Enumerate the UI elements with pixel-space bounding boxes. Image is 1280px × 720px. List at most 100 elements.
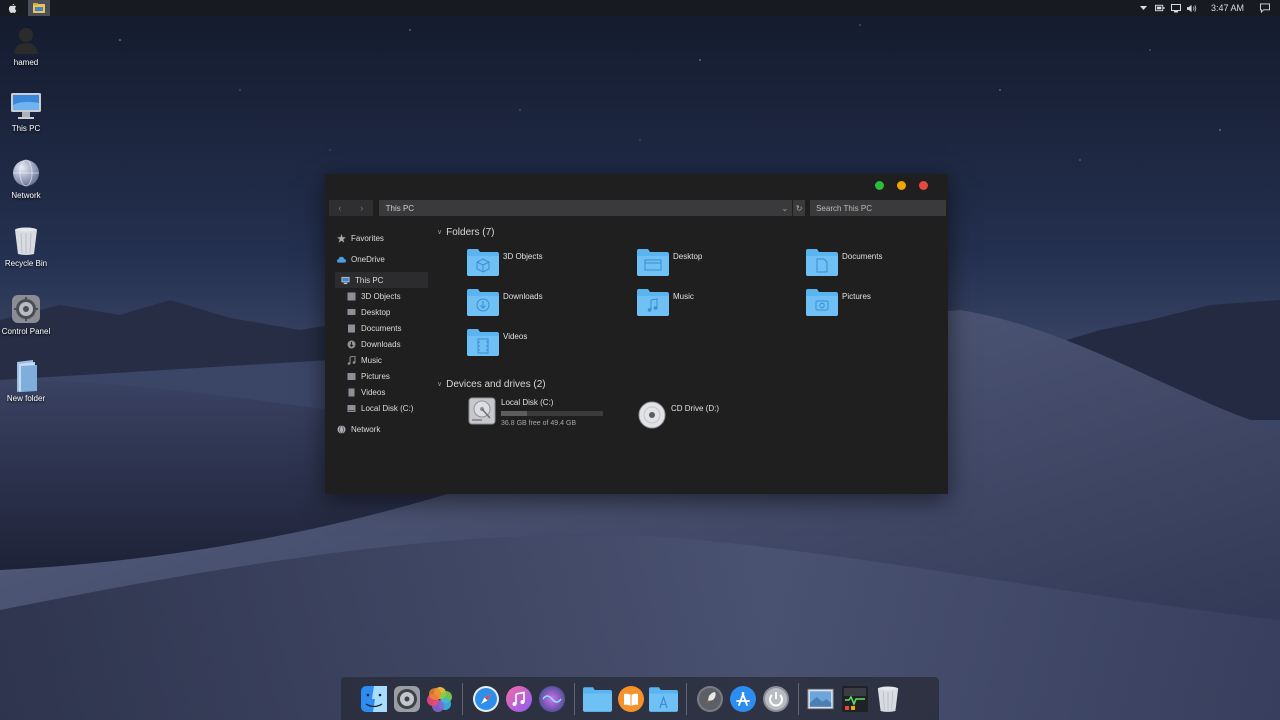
folder-downloads[interactable]: Downloads (467, 288, 543, 316)
sidebar-item-desktop[interactable]: Desktop (337, 304, 432, 320)
power-icon[interactable] (761, 684, 790, 713)
folder-videos-icon (467, 329, 499, 356)
section-title: Folders (7) (446, 226, 495, 238)
sidebar-item-pictures[interactable]: Pictures (337, 368, 432, 384)
sidebar-item-network[interactable]: Network (337, 421, 432, 437)
drive-free-space: 36.8 GB free of 49.4 GB (501, 420, 577, 427)
system-preferences-icon[interactable] (392, 684, 421, 713)
music-icon (347, 355, 356, 365)
download-icon (347, 340, 356, 349)
applications-folder-icon[interactable] (649, 684, 678, 713)
drive-local-disk-c[interactable]: Local Disk (C:) 36.8 GB free of 49.4 GB (467, 396, 603, 427)
desktop-icon-control-panel[interactable]: Control Panel (0, 293, 52, 336)
top-menu-bar: 3:47 AM (0, 0, 1280, 16)
siri-icon[interactable] (537, 684, 566, 713)
forward-icon[interactable]: › (360, 203, 363, 213)
desktop-icon-network[interactable]: Network (0, 157, 52, 200)
sidebar-item-label: Pictures (361, 371, 390, 381)
drive-name: Local Disk (C:) (501, 398, 554, 407)
back-icon[interactable]: ‹ (338, 203, 341, 213)
folder-music[interactable]: Music (637, 288, 694, 316)
dock-separator (686, 682, 687, 715)
network-icon[interactable] (1170, 3, 1181, 13)
desktop-icon-this-pc[interactable]: This PC (0, 90, 52, 133)
sidebar-item-documents[interactable]: Documents (337, 320, 432, 336)
picture-icon (347, 372, 356, 381)
itunes-icon[interactable] (504, 684, 533, 713)
refresh-icon[interactable]: ↻ (793, 200, 806, 216)
sidebar-item-this-pc[interactable]: This PC (335, 272, 428, 288)
folder-label: Videos (503, 332, 528, 341)
drive-usage-bar (501, 411, 603, 416)
apple-icon[interactable] (0, 0, 24, 16)
sidebar-item-music[interactable]: Music (337, 352, 432, 368)
desktop-icon-label: New folder (6, 394, 46, 403)
dock-separator (574, 682, 575, 715)
folder-desktop[interactable]: Desktop (637, 248, 702, 276)
clock[interactable]: 3:47 AM (1211, 3, 1244, 13)
search-input[interactable]: Search This PC (810, 200, 946, 216)
navigation-pane: Favorites OneDrive This PC 3D Objects De… (335, 230, 432, 437)
folder-3d-objects[interactable]: 3D Objects (467, 248, 543, 276)
minimize-button[interactable] (897, 181, 906, 190)
battery-icon[interactable] (1154, 3, 1165, 13)
drives-section-header[interactable]: ∨ Devices and drives (2) (437, 376, 937, 392)
preview-icon[interactable] (807, 684, 836, 713)
dock-separator (798, 682, 799, 715)
folder-label: 3D Objects (503, 252, 543, 261)
drive-cd-d[interactable]: CD Drive (D:) (637, 400, 719, 430)
chevron-down-icon[interactable]: ⌄ (781, 204, 788, 213)
chevron-down-icon: ∨ (437, 381, 443, 388)
computer-icon (341, 276, 350, 285)
drive-name: CD Drive (D:) (671, 404, 719, 413)
tray-chevron-icon[interactable] (1139, 3, 1149, 13)
desktop-icon-label: Recycle Bin (4, 259, 48, 268)
folder-label: Pictures (842, 292, 871, 301)
sidebar-item-favorites[interactable]: Favorites (337, 230, 432, 246)
folder-pictures[interactable]: Pictures (806, 288, 871, 316)
drive-info: Local Disk (C:) 36.8 GB free of 49.4 GB (501, 398, 603, 427)
address-text: This PC (385, 203, 415, 213)
sidebar-item-onedrive[interactable]: OneDrive (337, 251, 432, 267)
trash-icon[interactable] (873, 684, 902, 713)
dock (341, 677, 939, 720)
activity-monitor-icon[interactable] (840, 684, 869, 713)
desktop-icon-user[interactable]: hamed (0, 24, 52, 67)
sidebar-item-label: Videos (361, 387, 386, 397)
sidebar-item-label: Desktop (361, 307, 391, 317)
drive-icon (347, 404, 356, 413)
app-store-icon[interactable] (728, 684, 757, 713)
network-globe-icon (337, 424, 346, 434)
photos-icon[interactable] (425, 684, 454, 713)
nav-buttons: ‹ › (329, 200, 373, 216)
document-icon (347, 324, 356, 333)
volume-icon[interactable] (1186, 3, 1197, 13)
close-button[interactable] (919, 181, 928, 190)
chevron-down-icon: ∨ (437, 229, 443, 236)
ibooks-icon[interactable] (616, 684, 645, 713)
files-folder-icon[interactable] (583, 684, 612, 713)
folder-label: Documents (842, 252, 883, 261)
launchpad-icon[interactable] (695, 684, 724, 713)
star-icon (337, 233, 346, 243)
maximize-button[interactable] (875, 181, 884, 190)
folders-section-header[interactable]: ∨ Folders (7) (437, 224, 937, 240)
desktop-icon-new-folder[interactable]: New folder (0, 360, 52, 403)
folder-label: Downloads (503, 292, 543, 301)
sidebar-item-videos[interactable]: Videos (337, 384, 432, 400)
address-bar[interactable]: This PC ⌄ (378, 200, 793, 216)
file-explorer-icon[interactable] (28, 0, 50, 16)
safari-icon[interactable] (471, 684, 500, 713)
sidebar-item-local-disk[interactable]: Local Disk (C:) (337, 400, 432, 416)
folder-videos[interactable]: Videos (467, 328, 527, 356)
sidebar-item-label: Music (361, 355, 382, 365)
recycle-bin-icon (10, 225, 42, 257)
notification-icon[interactable] (1260, 3, 1270, 13)
folder-documents[interactable]: Documents (806, 248, 882, 276)
finder-icon[interactable] (359, 684, 388, 713)
window-controls (875, 181, 928, 190)
video-icon (347, 388, 356, 397)
sidebar-item-downloads[interactable]: Downloads (337, 336, 432, 352)
desktop-icon-recycle-bin[interactable]: Recycle Bin (0, 225, 52, 268)
sidebar-item-3d-objects[interactable]: 3D Objects (337, 288, 432, 304)
